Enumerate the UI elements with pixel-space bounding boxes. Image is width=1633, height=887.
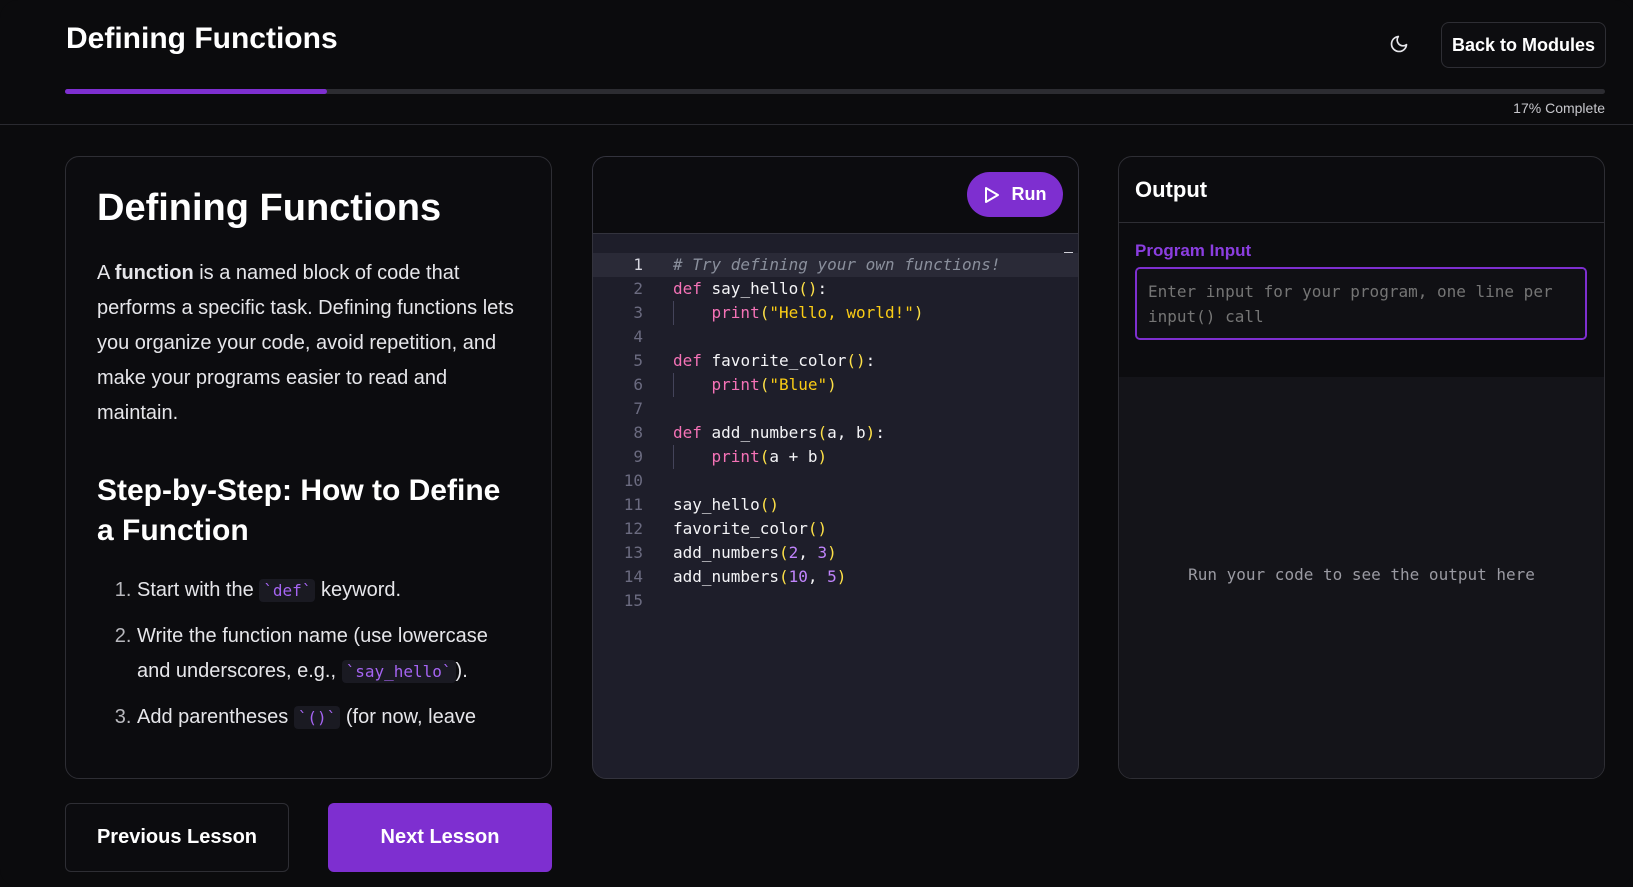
header: Defining Functions Back to Modules 17% C… bbox=[0, 0, 1633, 125]
intro-bold-term: function bbox=[114, 262, 194, 284]
lesson-panel[interactable]: Defining Functions A function is a named… bbox=[65, 156, 552, 779]
code-line: 6 print("Blue") bbox=[593, 373, 1078, 397]
code-line: 3 print("Hello, world!") bbox=[593, 301, 1078, 325]
code-text: add_numbers(2, 3) bbox=[673, 543, 837, 562]
run-label: Run bbox=[1011, 184, 1047, 204]
program-input-field[interactable] bbox=[1135, 267, 1587, 340]
code-line: 13 add_numbers(2, 3) bbox=[593, 541, 1078, 565]
code-text: print(a + b) bbox=[711, 447, 828, 466]
line-number: 13 bbox=[623, 543, 643, 562]
step-text: keyword. bbox=[315, 579, 402, 601]
step-code: `say_hello` bbox=[341, 660, 456, 683]
progress-bar bbox=[65, 89, 1605, 94]
line-number: 14 bbox=[623, 567, 643, 586]
code-line: 9 print(a + b) bbox=[593, 445, 1078, 469]
line-number: 8 bbox=[633, 423, 643, 442]
code-line: 8 def add_numbers(a, b): bbox=[593, 421, 1078, 445]
program-input-label: Program Input bbox=[1135, 241, 1252, 260]
code-text: add_numbers(10, 5) bbox=[673, 567, 847, 586]
app-frame: Defining Functions Back to Modules 17% C… bbox=[0, 0, 1633, 887]
code-line: 14 add_numbers(10, 5) bbox=[593, 565, 1078, 589]
code-text: def add_numbers(a, b): bbox=[673, 423, 885, 442]
line-number: 7 bbox=[633, 399, 643, 418]
run-button[interactable]: Run bbox=[967, 172, 1063, 217]
back-to-modules-button[interactable]: Back to Modules bbox=[1441, 22, 1606, 68]
step-item: Add parentheses `()` (for now, leave bbox=[137, 700, 521, 735]
output-title: Output bbox=[1135, 177, 1208, 202]
code-text: favorite_color() bbox=[673, 519, 828, 538]
code-text: say_hello() bbox=[673, 495, 779, 514]
line-number: 2 bbox=[633, 279, 643, 298]
intro-text-rest: is a named block of code that performs a… bbox=[97, 262, 514, 424]
editor-toolbar: Run bbox=[593, 157, 1078, 234]
code-text: print("Hello, world!") bbox=[711, 303, 924, 322]
line-number: 1 bbox=[633, 255, 643, 274]
line-number: 15 bbox=[623, 591, 643, 610]
page-title: Defining Functions bbox=[66, 22, 338, 55]
output-header: Output bbox=[1119, 157, 1604, 223]
line-number: 12 bbox=[623, 519, 643, 538]
step-code: `def` bbox=[259, 579, 316, 602]
output-panel: Output Program Input Run your code to se… bbox=[1118, 156, 1605, 779]
code-line: 2 def say_hello(): bbox=[593, 277, 1078, 301]
lesson-heading: Defining Functions bbox=[97, 187, 442, 229]
code-text: print("Blue") bbox=[711, 375, 837, 394]
line-number: 4 bbox=[633, 327, 643, 346]
step-code: `()` bbox=[293, 706, 341, 729]
code-text: # Try defining your own functions! bbox=[673, 255, 1001, 274]
line-number: 9 bbox=[633, 447, 643, 466]
line-number: 6 bbox=[633, 375, 643, 394]
code-line: 1 # Try defining your own functions! bbox=[593, 253, 1078, 277]
lesson-subheading: Step-by-Step: How to Define a Function bbox=[97, 474, 501, 547]
step-text: ). bbox=[455, 660, 468, 682]
code-line: 4 bbox=[593, 325, 1078, 349]
output-placeholder: Run your code to see the output here bbox=[1188, 565, 1535, 584]
code-line: 12 favorite_color() bbox=[593, 517, 1078, 541]
code-line: 5 def favorite_color(): bbox=[593, 349, 1078, 373]
step-text: Add parentheses bbox=[137, 706, 294, 728]
steps-list: Start with the `def` keyword. Write the … bbox=[97, 573, 521, 735]
code-line: 11 say_hello() bbox=[593, 493, 1078, 517]
step-text: (for now, leave bbox=[340, 706, 476, 728]
next-lesson-button[interactable]: Next Lesson bbox=[328, 803, 552, 872]
line-number: 5 bbox=[633, 351, 643, 370]
code-line: 15 bbox=[593, 589, 1078, 613]
code-text: def favorite_color(): bbox=[673, 351, 876, 370]
lesson-intro: A function is a named block of code that… bbox=[97, 256, 521, 431]
output-area: Run your code to see the output here bbox=[1119, 377, 1604, 778]
step-text: Start with the bbox=[137, 579, 260, 601]
line-number: 3 bbox=[633, 303, 643, 322]
moon-icon bbox=[1390, 35, 1408, 53]
code-area[interactable]: 1 # Try defining your own functions! 2 def… bbox=[593, 253, 1078, 613]
progress-text: 17% Complete bbox=[1513, 100, 1605, 116]
lesson-content: Defining Functions A function is a named… bbox=[97, 187, 521, 746]
step-item: Start with the `def` keyword. bbox=[137, 573, 521, 608]
code-line: 10 bbox=[593, 469, 1078, 493]
play-icon bbox=[984, 186, 999, 203]
line-number: 11 bbox=[623, 495, 643, 514]
theme-toggle-button[interactable] bbox=[1384, 29, 1414, 59]
code-editor-panel[interactable]: Run 1 # Try defining your own functions! … bbox=[592, 156, 1079, 779]
code-line: 7 bbox=[593, 397, 1078, 421]
intro-text: A bbox=[97, 262, 115, 284]
progress-fill bbox=[65, 89, 327, 94]
step-item: Write the function name (use lowercase a… bbox=[137, 619, 521, 689]
line-number: 10 bbox=[623, 471, 643, 490]
code-text: def say_hello(): bbox=[673, 279, 828, 298]
previous-lesson-button[interactable]: Previous Lesson bbox=[65, 803, 289, 872]
